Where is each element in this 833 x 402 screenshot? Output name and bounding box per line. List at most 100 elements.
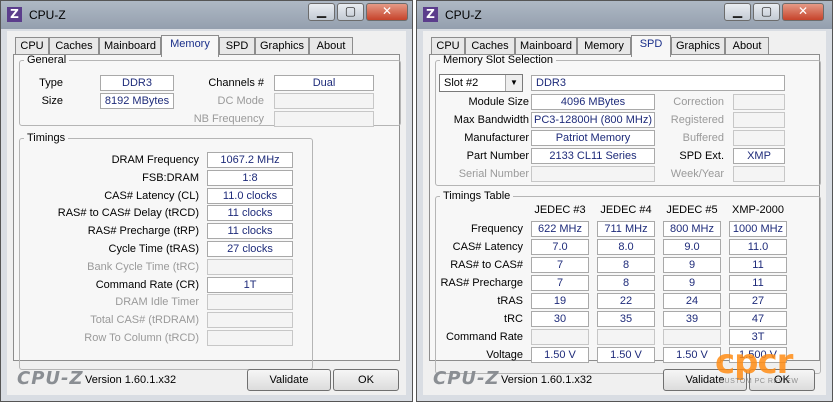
manufacturer-value: Patriot Memory (531, 130, 655, 146)
timings-row-label: CAS# Latency (452, 241, 523, 253)
module-size-label: Module Size (468, 96, 529, 108)
size-label: Size (41, 95, 63, 107)
close-icon[interactable]: ✕ (782, 3, 824, 21)
buffered-value (733, 130, 785, 146)
tab-graphics[interactable]: Graphics (671, 37, 725, 55)
spd-ext-value: XMP (733, 148, 785, 164)
window-title: CPU-Z (29, 8, 66, 22)
memory-slot-legend: Memory Slot Selection (443, 54, 554, 66)
watermark: cpcr CUSTOM PC REVIEW (715, 342, 825, 388)
cpuz-app-icon: Z (423, 7, 438, 22)
tab-memory[interactable]: Memory (577, 37, 631, 55)
general-legend: General (27, 54, 67, 66)
maximize-icon[interactable]: ▢ (337, 3, 364, 21)
timings-cell: 1.50 V (663, 347, 721, 363)
minimize-icon[interactable]: ▁ (724, 3, 751, 21)
tab-mainboard[interactable]: Mainboard (515, 37, 577, 55)
timings-cell: 1.50 V (531, 347, 589, 363)
timings-row-label: tRC (504, 313, 523, 325)
window-title: CPU-Z (445, 8, 482, 22)
spd-ext-label: SPD Ext. (679, 150, 724, 162)
ok-button[interactable]: OK (333, 369, 399, 391)
timings-cell: 11.0 (729, 239, 787, 255)
tab-spd[interactable]: SPD (631, 35, 671, 57)
correction-label: Correction (673, 96, 724, 108)
registered-value (733, 112, 785, 128)
timings-cell: 711 MHz (597, 221, 655, 237)
title-bar[interactable]: Z CPU-Z ▁ ▢ ✕ (417, 1, 832, 29)
timings-cell: 9.0 (663, 239, 721, 255)
spd-panel: Memory Slot Selection Slot #2 ▼ DDR3 Mod… (429, 54, 821, 374)
cpuz-app-icon: Z (7, 7, 22, 22)
channels-label: Channels # (208, 77, 264, 89)
timings-table-legend: Timings Table (443, 190, 511, 202)
timing-label: RAS# to CAS# Delay (tRCD) (57, 207, 199, 220)
timing-value: 27 clocks (207, 241, 293, 257)
minimize-icon[interactable]: ▁ (308, 3, 335, 21)
correction-value (733, 94, 785, 110)
timings-cell: 9 (663, 257, 721, 273)
timings-cell: 24 (663, 293, 721, 309)
timings-column-header: JEDEC #4 (600, 204, 652, 216)
timings-cell: 622 MHz (531, 221, 589, 237)
timings-cell: 7 (531, 275, 589, 291)
timing-value (207, 294, 293, 311)
tab-graphics[interactable]: Graphics (255, 37, 309, 55)
tab-cpu[interactable]: CPU (431, 37, 465, 55)
timing-label: DRAM Frequency (111, 154, 199, 166)
slot-select-value: Slot #2 (444, 77, 479, 89)
cpuz-brand-logo: CPU-Z (433, 368, 500, 389)
tab-memory[interactable]: Memory (161, 35, 219, 57)
tab-spd[interactable]: SPD (219, 37, 255, 55)
chevron-down-icon[interactable]: ▼ (505, 75, 522, 91)
nbfreq-label: NB Frequency (193, 113, 264, 125)
close-icon[interactable]: ✕ (366, 3, 408, 21)
max-bandwidth-label: Max Bandwidth (453, 114, 529, 126)
timing-value (207, 258, 293, 275)
max-bandwidth-value: PC3-12800H (800 MHz) (531, 112, 655, 128)
timings-row-label: Voltage (486, 349, 523, 361)
buffered-label: Buffered (682, 132, 724, 144)
type-label: Type (39, 77, 63, 89)
timings-row-label: Frequency (471, 223, 523, 235)
timings-cell: 1.50 V (597, 347, 655, 363)
timings-cell: 8.0 (597, 239, 655, 255)
cpuz-brand-logo: CPU-Z (17, 368, 84, 389)
timing-label: RAS# Precharge (tRP) (87, 225, 199, 238)
tab-caches[interactable]: Caches (465, 37, 515, 55)
timings-cell (597, 329, 655, 345)
week-year-value (733, 166, 785, 182)
footer: CPU-Z Version 1.60.1.x32 Validate OK (7, 365, 406, 395)
timings-cell: 11 (729, 257, 787, 273)
memory-type-value: DDR3 (531, 75, 785, 91)
tab-mainboard[interactable]: Mainboard (99, 37, 161, 55)
timing-label: FSB:DRAM (142, 171, 199, 184)
serial-number-value (531, 166, 655, 182)
timings-cell: 30 (531, 311, 589, 327)
timings-legend: Timings (27, 132, 66, 144)
timings-cell: 800 MHz (663, 221, 721, 237)
title-bar[interactable]: Z CPU-Z ▁ ▢ ✕ (1, 1, 412, 29)
version-text: Version 1.60.1.x32 (501, 374, 593, 386)
tab-about[interactable]: About (309, 37, 353, 55)
timing-label: CAS# Latency (CL) (104, 189, 199, 202)
validate-button[interactable]: Validate (247, 369, 331, 391)
type-value: DDR3 (100, 75, 174, 91)
timing-value: 1T (207, 276, 293, 293)
maximize-icon[interactable]: ▢ (753, 3, 780, 21)
timings-row-label: tRAS (497, 295, 523, 307)
tab-caches[interactable]: Caches (49, 37, 99, 55)
timings-cell: 9 (663, 275, 721, 291)
timings-cell: 19 (531, 293, 589, 309)
tab-about[interactable]: About (725, 37, 769, 55)
timings-cell: 8 (597, 275, 655, 291)
timings-cell: 1000 MHz (729, 221, 787, 237)
slot-select[interactable]: Slot #2 ▼ (439, 74, 523, 92)
tab-cpu[interactable]: CPU (15, 37, 49, 55)
timing-value: 11 clocks (207, 223, 293, 240)
dcmode-label: DC Mode (217, 95, 264, 107)
timing-label: DRAM Idle Timer (115, 296, 199, 309)
watermark-subtitle: CUSTOM PC REVIEW (719, 378, 799, 385)
cpuz-window-memory: Z CPU-Z ▁ ▢ ✕ CPU Caches Mainboard Memor… (0, 0, 413, 402)
timings-cell (663, 329, 721, 345)
